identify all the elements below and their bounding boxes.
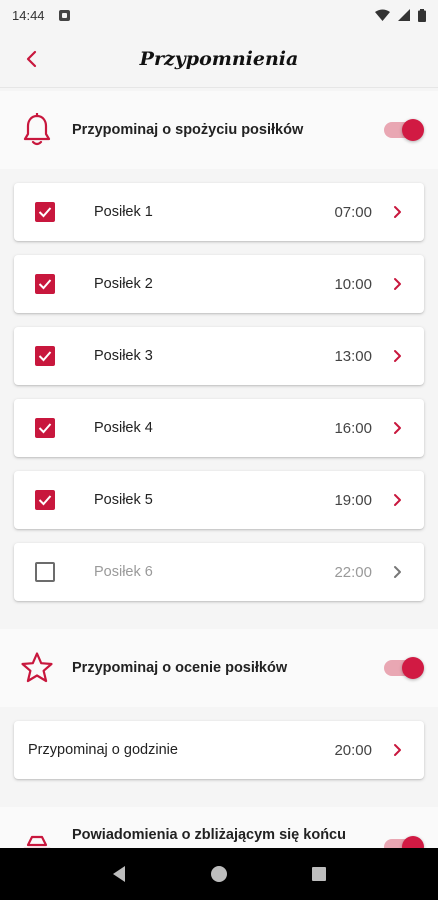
status-bar: 14:44 bbox=[0, 0, 438, 30]
star-icon bbox=[20, 651, 54, 685]
chevron-right-icon bbox=[390, 348, 406, 364]
meal-reminder-label: Przypominaj o spożyciu posiłków bbox=[72, 122, 304, 138]
meal-item-2[interactable]: Posiłek 2 10:00 bbox=[14, 255, 424, 313]
recents-nav-icon[interactable] bbox=[311, 866, 327, 882]
battery-icon bbox=[418, 8, 426, 22]
meal-2-checkbox[interactable] bbox=[35, 274, 55, 294]
signal-icon bbox=[398, 9, 410, 21]
meal-item-1[interactable]: Posiłek 1 07:00 bbox=[14, 183, 424, 241]
meal-2-time: 10:00 bbox=[334, 275, 372, 293]
meal-5-time: 19:00 bbox=[334, 491, 372, 509]
system-icons bbox=[375, 8, 426, 22]
toggle-knob bbox=[402, 657, 424, 679]
system-nav-bar bbox=[0, 848, 438, 900]
chevron-right-icon bbox=[390, 492, 406, 508]
meal-6-label: Posiłek 6 bbox=[94, 564, 153, 580]
chevron-right-icon bbox=[390, 420, 406, 436]
rating-time-value: 20:00 bbox=[334, 741, 372, 759]
meal-5-checkbox[interactable] bbox=[35, 490, 55, 510]
rating-reminder-toggle[interactable] bbox=[384, 657, 424, 679]
app-header: Przypomnienia bbox=[0, 30, 438, 88]
meal-item-6[interactable]: Posiłek 6 22:00 bbox=[14, 543, 424, 601]
meal-5-label: Posiłek 5 bbox=[94, 492, 153, 508]
wifi-icon bbox=[375, 9, 390, 21]
meal-1-label: Posiłek 1 bbox=[94, 204, 153, 220]
meal-6-checkbox[interactable] bbox=[35, 562, 55, 582]
notification-icon bbox=[58, 9, 70, 21]
meal-3-checkbox[interactable] bbox=[35, 346, 55, 366]
meal-item-3[interactable]: Posiłek 3 13:00 bbox=[14, 327, 424, 385]
meal-4-checkbox[interactable] bbox=[35, 418, 55, 438]
check-icon bbox=[38, 495, 52, 506]
rating-time-row[interactable]: Przypominaj o godzinie 20:00 bbox=[14, 721, 424, 779]
chevron-right-icon bbox=[390, 564, 406, 580]
chevron-right-icon bbox=[390, 204, 406, 220]
chevron-left-icon bbox=[26, 50, 37, 68]
rating-time-label: Przypominaj o godzinie bbox=[28, 742, 178, 758]
meal-1-time: 07:00 bbox=[334, 203, 372, 221]
meal-3-label: Posiłek 3 bbox=[94, 348, 153, 364]
page-title: Przypomnienia bbox=[139, 47, 299, 70]
back-nav-icon[interactable] bbox=[111, 865, 127, 883]
meal-6-time: 22:00 bbox=[334, 563, 372, 581]
meal-item-5[interactable]: Posiłek 5 19:00 bbox=[14, 471, 424, 529]
check-icon bbox=[38, 207, 52, 218]
home-nav-icon[interactable] bbox=[210, 865, 228, 883]
back-button[interactable] bbox=[18, 46, 44, 72]
meal-4-time: 16:00 bbox=[334, 419, 372, 437]
check-icon bbox=[38, 279, 52, 290]
chevron-right-icon bbox=[390, 742, 406, 758]
rating-reminder-label: Przypominaj o ocenie posiłków bbox=[72, 660, 288, 676]
end-notification-label: Powiadomienia o zbliżającym się końcu bbox=[72, 827, 346, 843]
meal-reminder-row: Przypominaj o spożyciu posiłków bbox=[0, 91, 438, 169]
rating-reminder-row: Przypominaj o ocenie posiłków bbox=[0, 629, 438, 707]
toggle-knob bbox=[402, 119, 424, 141]
check-icon bbox=[38, 423, 52, 434]
meal-1-checkbox[interactable] bbox=[35, 202, 55, 222]
bell-icon bbox=[20, 113, 54, 147]
meal-item-4[interactable]: Posiłek 4 16:00 bbox=[14, 399, 424, 457]
meal-2-label: Posiłek 2 bbox=[94, 276, 153, 292]
chevron-right-icon bbox=[390, 276, 406, 292]
check-icon bbox=[38, 351, 52, 362]
status-time: 14:44 bbox=[12, 7, 45, 23]
meal-4-label: Posiłek 4 bbox=[94, 420, 153, 436]
meal-3-time: 13:00 bbox=[334, 347, 372, 365]
meal-reminder-toggle[interactable] bbox=[384, 119, 424, 141]
